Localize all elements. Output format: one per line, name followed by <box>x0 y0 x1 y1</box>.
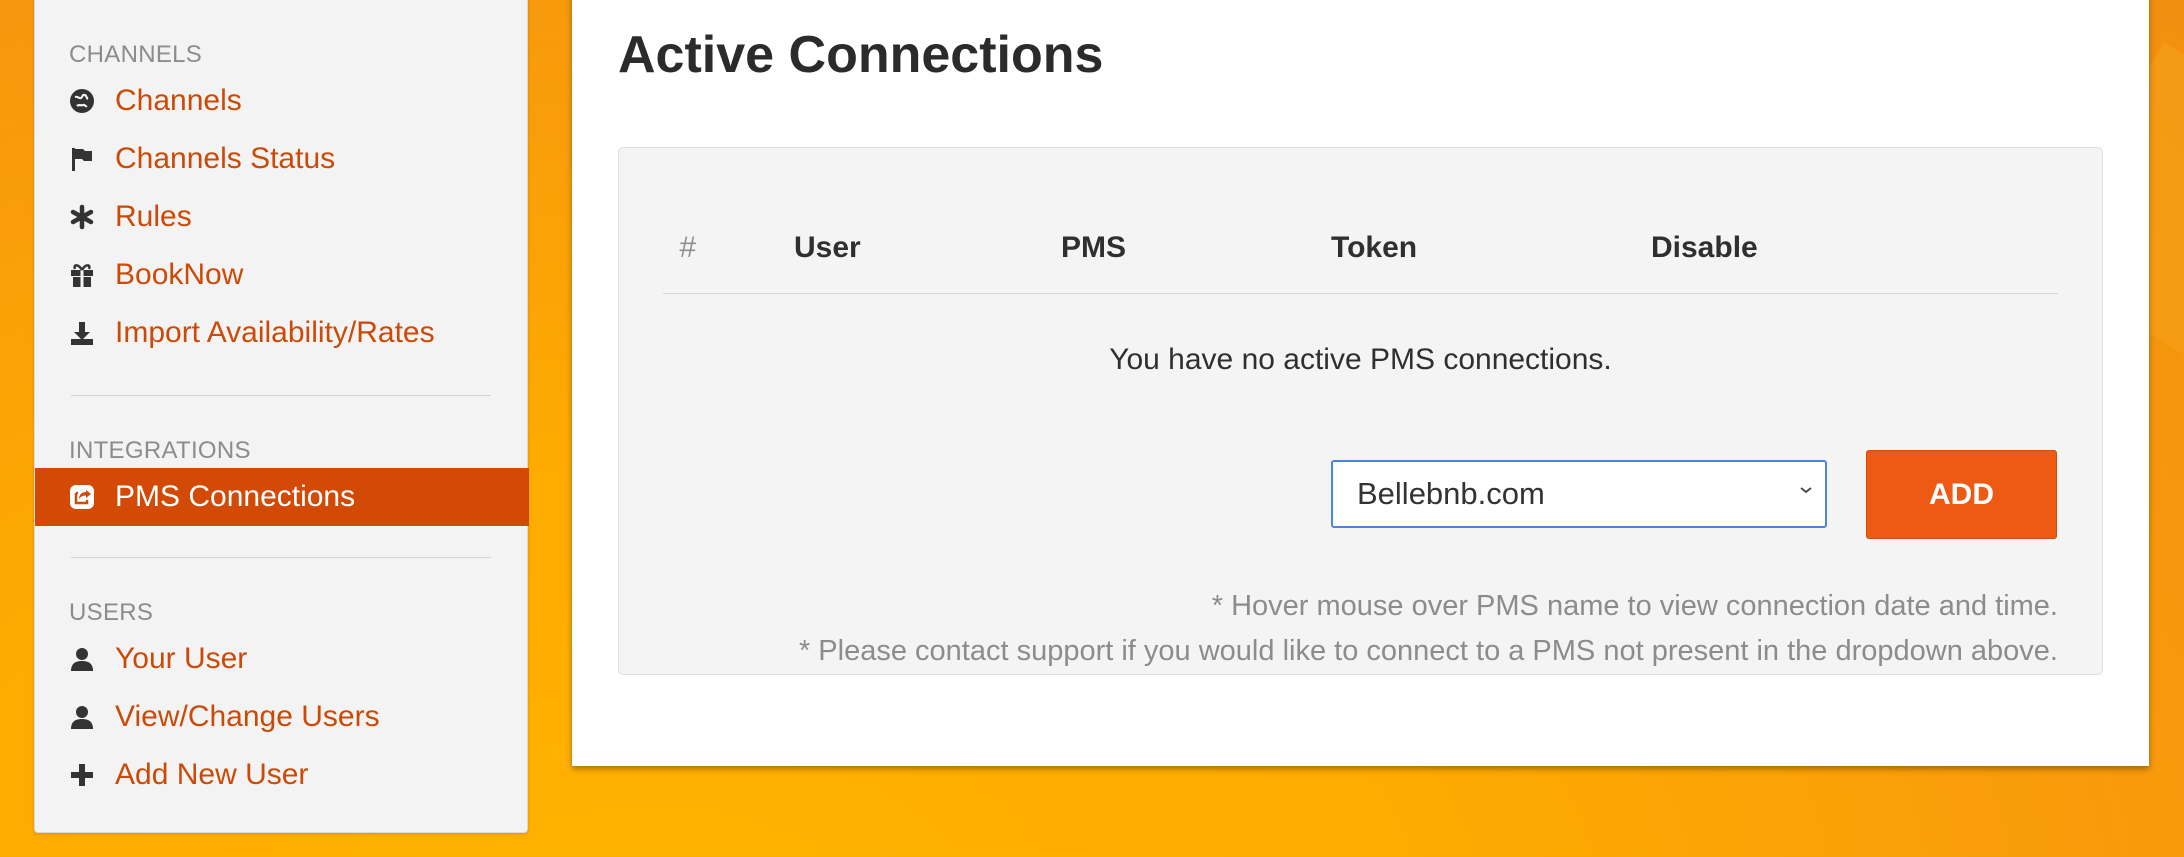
pms-select-value: Bellebnb.com <box>1357 476 1545 511</box>
user-icon <box>69 646 95 672</box>
add-button[interactable]: ADD <box>1866 450 2057 539</box>
sidebar-item-label: Import Availability/Rates <box>115 316 435 349</box>
sidebar-item-label: PMS Connections <box>115 480 356 513</box>
contact-support-note: * Please contact support if you would li… <box>798 635 2058 667</box>
column-header-disable: Disable <box>1651 231 1758 264</box>
column-header-user: User <box>794 231 861 264</box>
sidebar-item-label: Rules <box>115 200 192 233</box>
sidebar-item-label: Channels Status <box>115 142 336 175</box>
sidebar-item-import-availability[interactable]: Import Availability/Rates <box>35 304 529 362</box>
sidebar: CHANNELS Channels Channels Status Rules … <box>34 0 529 833</box>
page-title: Active Connections <box>618 26 1104 84</box>
sidebar-item-label: Add New User <box>115 758 309 791</box>
hover-hint-note: * Hover mouse over PMS name to view conn… <box>1211 590 2058 622</box>
column-header-pms: PMS <box>1061 231 1127 264</box>
sidebar-header-users: USERS <box>69 599 154 626</box>
asterisk-icon <box>69 204 95 230</box>
download-icon <box>69 320 95 346</box>
plus-icon <box>69 762 95 788</box>
sidebar-item-your-user[interactable]: Your User <box>35 630 529 688</box>
sidebar-header-integrations: INTEGRATIONS <box>69 437 251 464</box>
gift-icon <box>69 262 95 288</box>
sidebar-item-channels-status[interactable]: Channels Status <box>35 130 529 188</box>
globe-icon <box>69 88 95 114</box>
user-icon <box>69 704 95 730</box>
column-header-token: Token <box>1331 231 1418 264</box>
sidebar-item-view-change-users[interactable]: View/Change Users <box>35 688 529 746</box>
sidebar-item-label: Channels <box>115 84 242 117</box>
flag-icon <box>69 146 95 172</box>
sidebar-item-label: Your User <box>115 642 248 675</box>
pms-select[interactable]: Bellebnb.com <box>1331 460 1827 528</box>
table-header-divider <box>663 293 2058 294</box>
column-header-number: # <box>679 231 696 264</box>
connections-card: # User PMS Token Disable You have no act… <box>618 147 2103 675</box>
sidebar-divider <box>71 395 491 396</box>
sidebar-item-pms-connections[interactable]: PMS Connections <box>35 468 529 526</box>
chevron-down-icon <box>1799 482 1813 500</box>
sidebar-item-label: BookNow <box>115 258 244 291</box>
main-panel: Active Connections # User PMS Token Disa… <box>572 0 2149 766</box>
sidebar-item-label: View/Change Users <box>115 700 380 733</box>
sidebar-item-add-new-user[interactable]: Add New User <box>35 746 529 804</box>
sidebar-divider <box>71 557 491 558</box>
share-icon <box>69 484 95 510</box>
sidebar-header-channels: CHANNELS <box>69 41 203 68</box>
sidebar-item-channels[interactable]: Channels <box>35 72 529 130</box>
sidebar-item-booknow[interactable]: BookNow <box>35 246 529 304</box>
empty-state-message: You have no active PMS connections. <box>1109 343 1612 376</box>
sidebar-item-rules[interactable]: Rules <box>35 188 529 246</box>
